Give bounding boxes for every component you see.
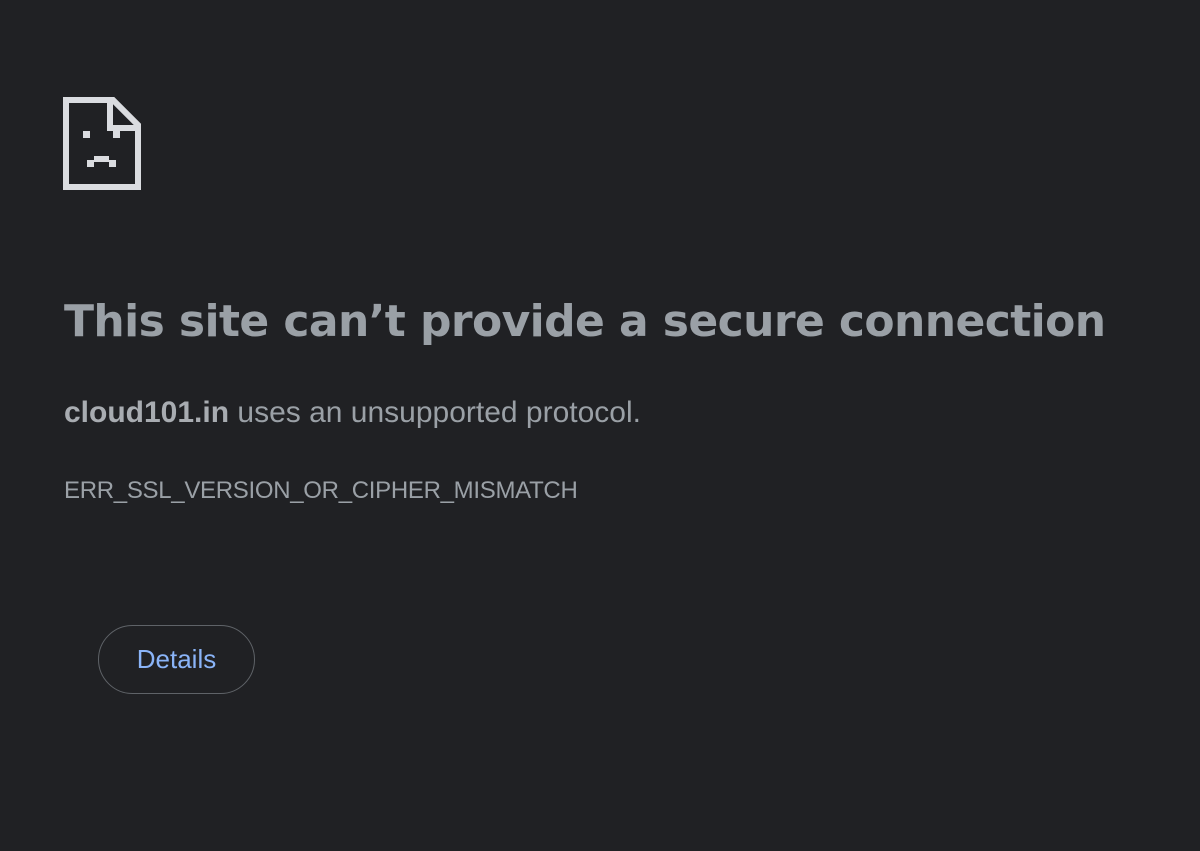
error-domain: cloud101.in [64, 396, 230, 429]
error-code: ERR_SSL_VERSION_OR_CIPHER_MISMATCH [64, 477, 578, 504]
details-button[interactable]: Details [98, 625, 255, 694]
sad-page-icon [63, 97, 141, 190]
error-summary-text: uses an unsupported protocol. [229, 396, 641, 429]
error-page: This site can’t provide a secure connect… [0, 0, 1200, 851]
error-summary: cloud101.in uses an unsupported protocol… [64, 394, 641, 432]
error-headline: This site can’t provide a secure connect… [64, 296, 1106, 347]
